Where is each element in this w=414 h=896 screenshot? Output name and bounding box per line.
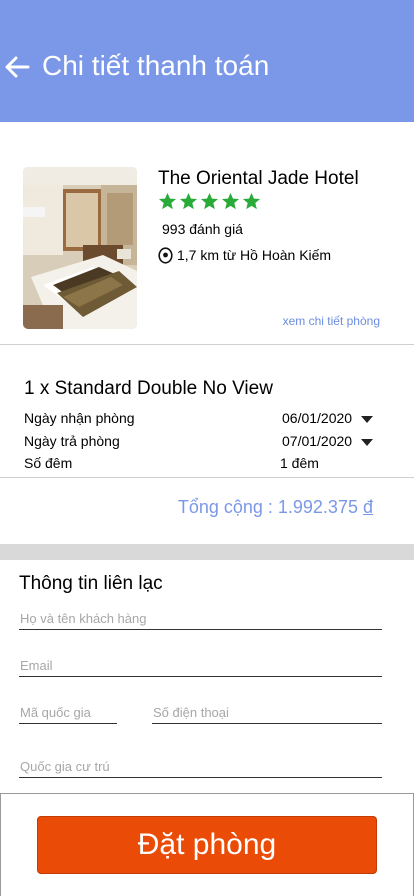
book-room-button[interactable]: Đặt phòng xyxy=(37,816,377,874)
review-count: 993 đánh giá xyxy=(162,221,243,237)
total-amount: Tổng cộng : 1.992.375 xyxy=(177,497,358,517)
currency-symbol: đ xyxy=(362,497,373,517)
total-price: Tổng cộng : 1.992.375 đ xyxy=(178,496,373,518)
country-code-input[interactable] xyxy=(19,705,117,724)
hotel-room-photo xyxy=(23,167,137,329)
section-separator xyxy=(0,544,414,560)
star-icon xyxy=(158,192,177,210)
back-button[interactable] xyxy=(3,52,33,82)
residence-country-input[interactable] xyxy=(19,759,382,778)
room-type: 1 x Standard Double No View xyxy=(24,378,273,399)
contact-section-title: Thông tin liên lạc xyxy=(19,573,163,594)
map-pin-icon xyxy=(158,246,173,264)
hotel-location: 1,7 km từ Hồ Hoàn Kiếm xyxy=(158,246,331,264)
nights-value: 1 đêm xyxy=(280,455,319,471)
app-header: Chi tiết thanh toán xyxy=(0,0,414,122)
chevron-down-icon xyxy=(361,439,373,446)
fullname-input[interactable] xyxy=(19,611,382,630)
email-input[interactable] xyxy=(19,658,382,677)
section-divider xyxy=(0,477,414,478)
phone-input[interactable] xyxy=(152,705,382,724)
section-divider xyxy=(0,344,414,345)
star-icon xyxy=(179,192,198,210)
hotel-name: The Oriental Jade Hotel xyxy=(158,168,359,189)
checkout-date: 07/01/2020 xyxy=(282,433,353,449)
star-rating xyxy=(158,192,261,212)
star-icon xyxy=(221,192,240,210)
star-icon xyxy=(242,192,261,210)
star-icon xyxy=(200,192,219,210)
nights-label: Số đêm xyxy=(24,455,73,471)
checkin-label: Ngày nhận phòng xyxy=(24,410,135,426)
room-details-link[interactable]: xem chi tiết phòng xyxy=(283,314,380,328)
checkout-label: Ngày trả phòng xyxy=(24,433,120,449)
chevron-down-icon xyxy=(361,416,373,423)
distance-text: 1,7 km từ Hồ Hoàn Kiếm xyxy=(177,246,332,263)
page-title: Chi tiết thanh toán xyxy=(42,50,270,81)
checkin-date: 06/01/2020 xyxy=(282,410,353,426)
arrow-left-icon xyxy=(5,56,30,78)
